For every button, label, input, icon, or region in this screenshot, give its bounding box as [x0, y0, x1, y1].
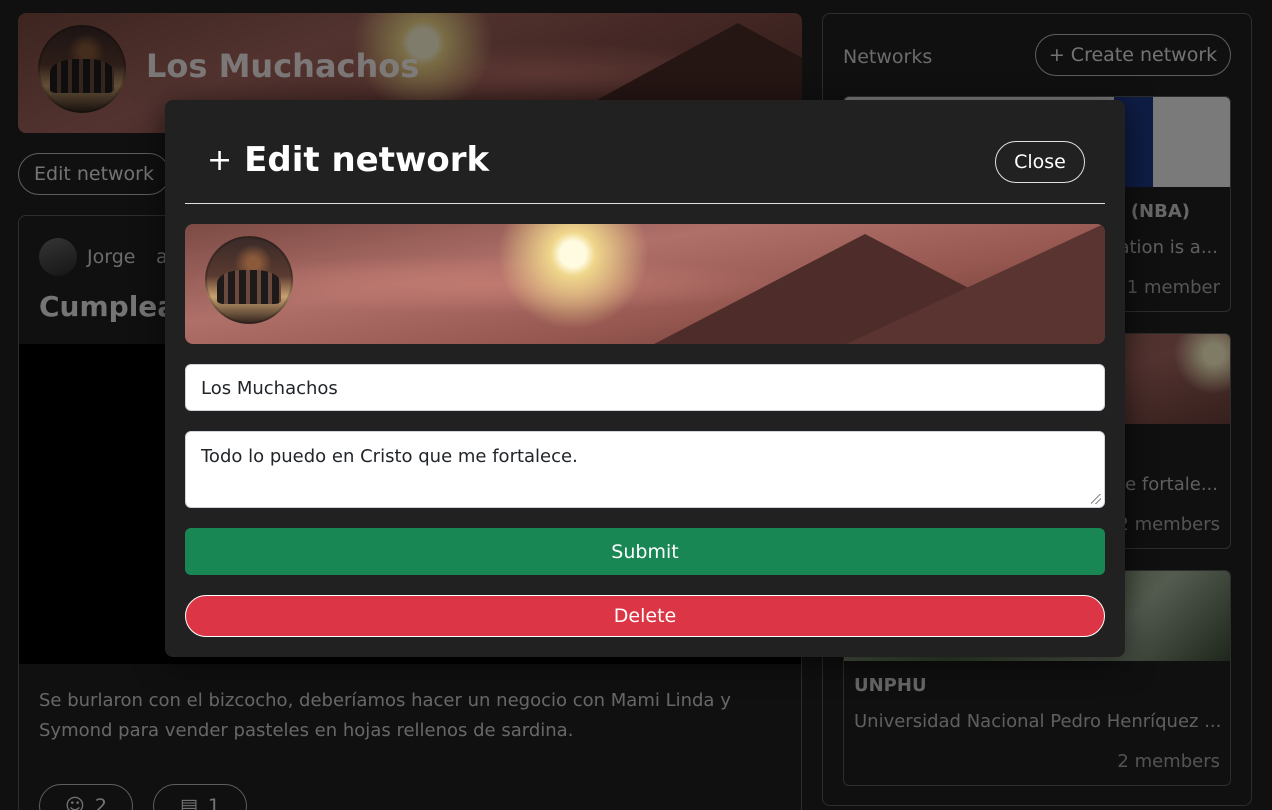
plus-icon: +: [207, 142, 233, 178]
submit-button[interactable]: Submit: [185, 528, 1105, 575]
description-text: Todo lo puedo en Cristo que me fortalece…: [201, 446, 578, 467]
delete-button[interactable]: Delete: [185, 595, 1105, 637]
edit-network-modal: + Edit network Close Los Muchachos Todo …: [165, 100, 1125, 657]
modal-title-text: Edit network: [244, 140, 490, 180]
modal-title: + Edit network: [207, 140, 489, 180]
banner-decoration: [825, 224, 1105, 344]
avatar-image-picker[interactable]: [205, 236, 293, 324]
modal-header: + Edit network Close: [185, 100, 1105, 204]
network-description-textarea[interactable]: Todo lo puedo en Cristo que me fortalece…: [185, 431, 1105, 508]
banner-image-picker[interactable]: [185, 224, 1105, 344]
close-button[interactable]: Close: [995, 141, 1085, 183]
network-name-input[interactable]: Los Muchachos: [185, 364, 1105, 411]
resize-handle[interactable]: [1091, 494, 1101, 504]
